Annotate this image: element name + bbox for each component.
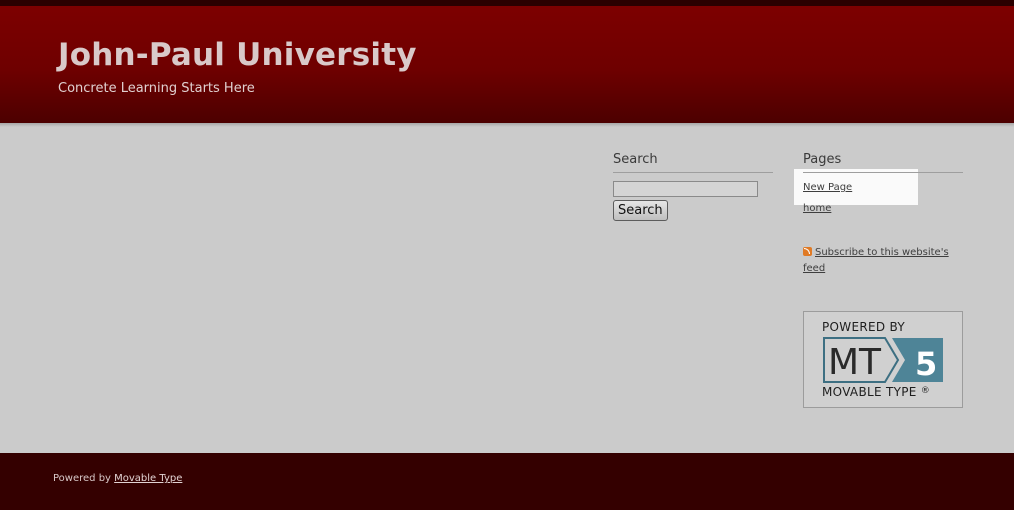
site-header: John-Paul University Concrete Learning S… (0, 6, 1014, 123)
site-tagline: Concrete Learning Starts Here (58, 81, 255, 96)
feed-subscribe: Subscribe to this website's feed (803, 245, 963, 277)
footer-movable-type-link[interactable]: Movable Type (114, 473, 182, 484)
movable-type-badge[interactable]: POWERED BY MT 5 MOVABLE TYPE ® (803, 311, 963, 408)
site-footer: Powered by Movable Type (0, 453, 1014, 510)
pages-list: New Page home (803, 181, 963, 223)
pages-widget-heading: Pages (803, 152, 963, 173)
feed-subscribe-link[interactable]: Subscribe to this website's feed (803, 247, 949, 274)
logo-version: 5 (915, 345, 937, 383)
badge-brand-text: MOVABLE TYPE ® (822, 385, 930, 399)
page-link-home[interactable]: home (803, 202, 963, 216)
site-title-link[interactable]: John-Paul University (58, 37, 417, 73)
page-link-new-page[interactable]: New Page (803, 181, 963, 195)
search-input[interactable] (613, 181, 758, 197)
list-item: New Page (803, 181, 963, 202)
pages-widget: Pages New Page home (803, 152, 963, 223)
badge-powered-text: POWERED BY (822, 320, 906, 334)
badge-brand-name: MOVABLE TYPE (822, 385, 917, 399)
footer-prefix: Powered by (53, 473, 115, 484)
header-shadow (0, 123, 1014, 127)
footer-credit: Powered by Movable Type (53, 473, 182, 484)
registered-mark: ® (920, 386, 931, 396)
movable-type-logo: MT 5 (823, 337, 943, 383)
rss-feed-icon (803, 247, 812, 256)
search-widget-heading: Search (613, 152, 773, 173)
list-item: home (803, 202, 963, 223)
logo-letters: MT (828, 342, 882, 383)
search-widget: Search Search (613, 152, 773, 221)
search-button[interactable]: Search (613, 200, 668, 221)
